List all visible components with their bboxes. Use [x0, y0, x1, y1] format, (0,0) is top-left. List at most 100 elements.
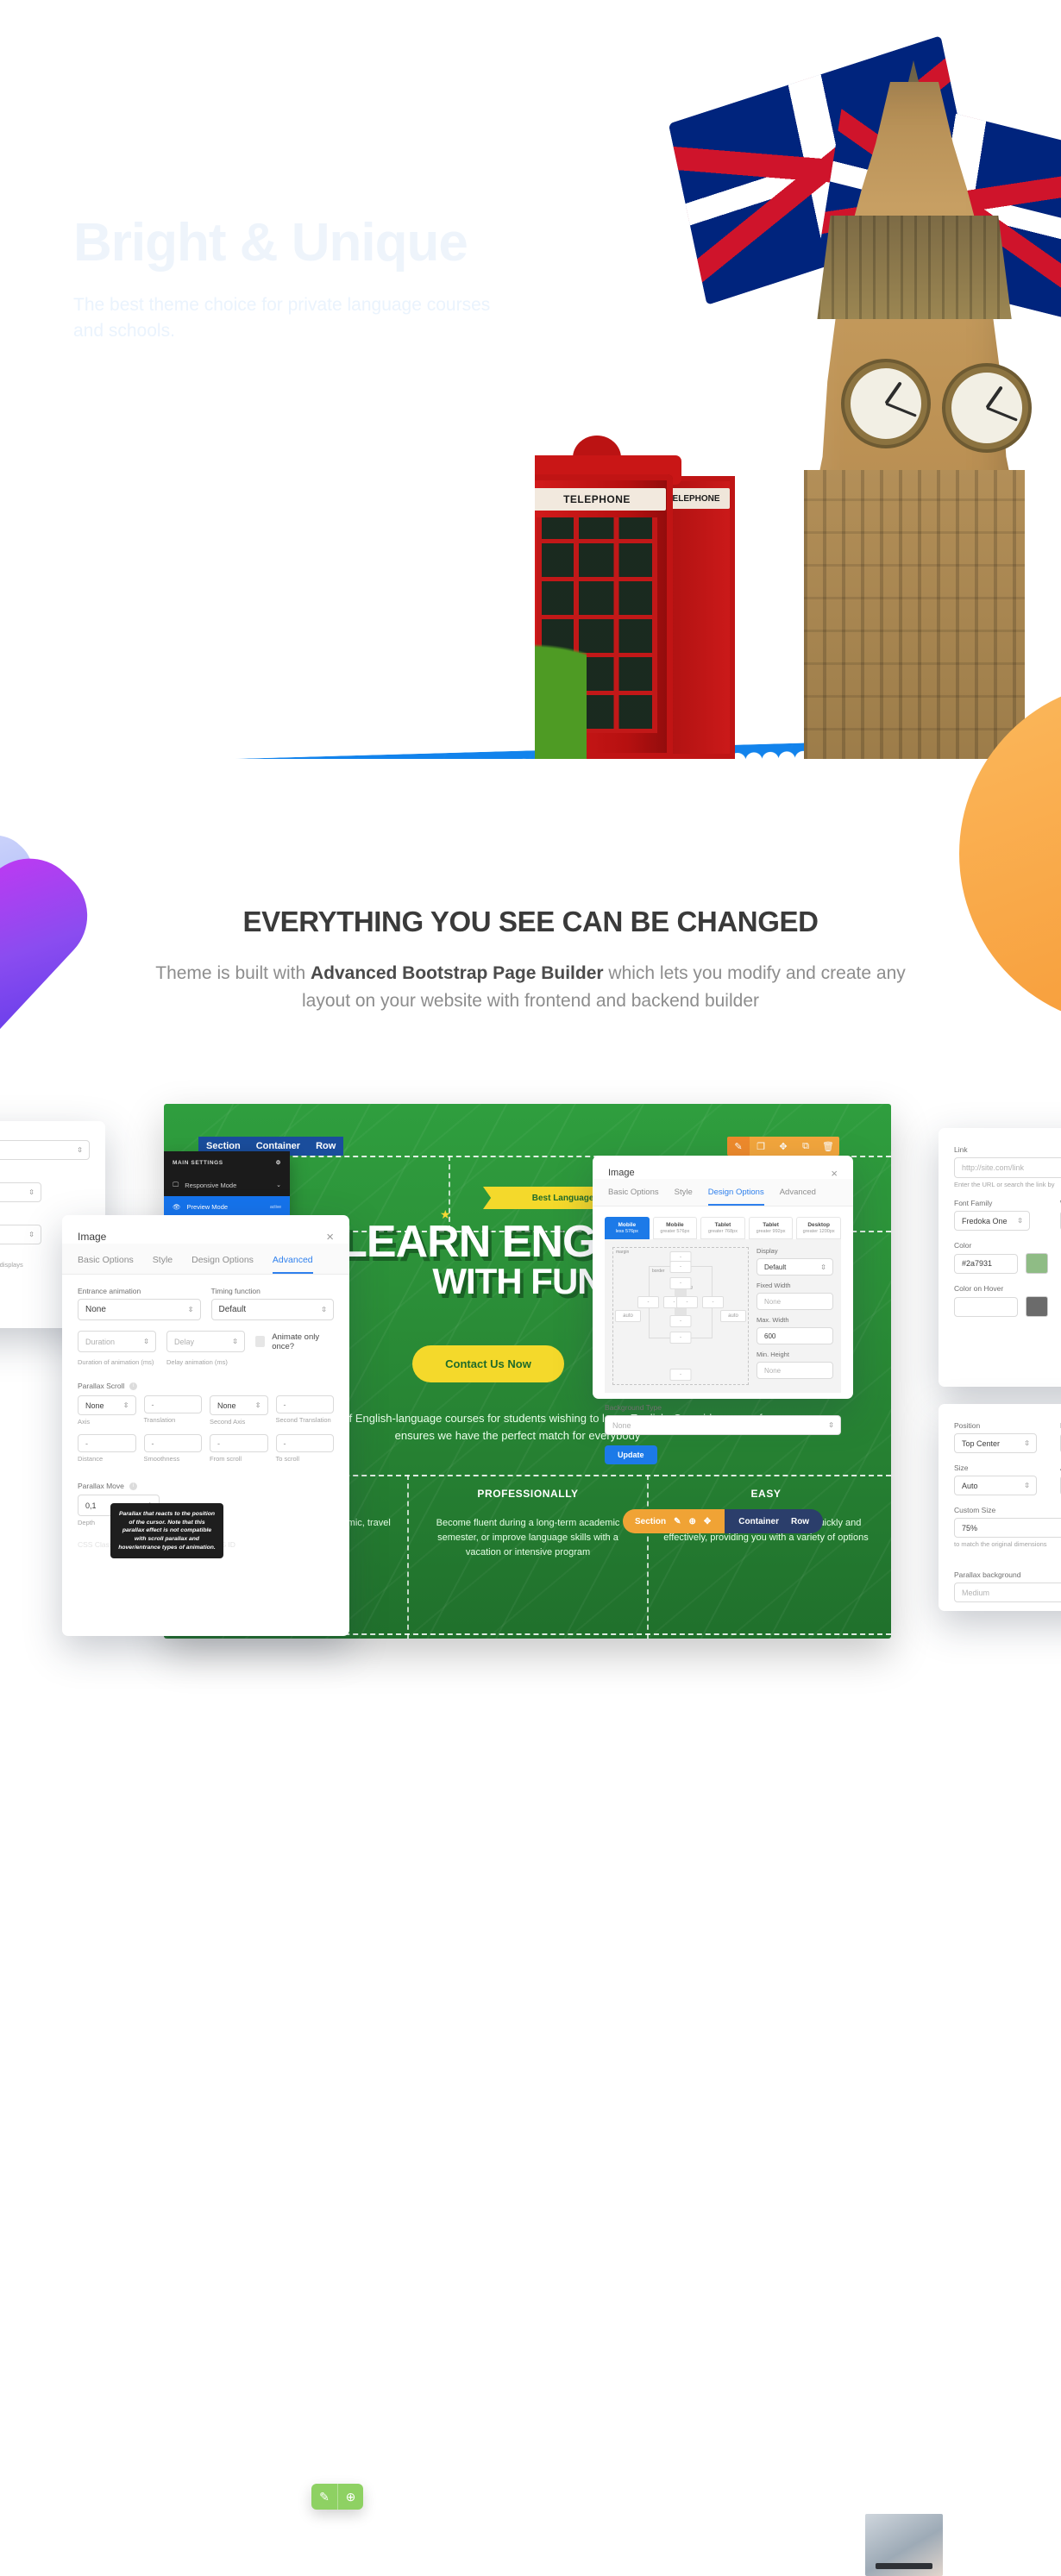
main-settings-item-responsive-mode[interactable]: 🖵 Responsive Mode ⌄ — [164, 1174, 290, 1196]
dialog-tabs[interactable]: Basic Options Style Design Options Advan… — [593, 1179, 853, 1207]
close-icon[interactable]: × — [831, 1168, 838, 1179]
smoothness-input[interactable]: - — [143, 1434, 202, 1452]
color-hover-swatch[interactable] — [1026, 1296, 1048, 1317]
tab-design-options[interactable]: Design Options — [191, 1255, 254, 1274]
timing-function-select[interactable]: Default — [210, 1299, 334, 1320]
tag-row[interactable]: Row — [308, 1137, 344, 1156]
image-design-options-dialog[interactable]: Image × Basic Options Style Design Optio… — [593, 1156, 853, 1464]
hero-subtitle: The best theme choice for private langua… — [73, 295, 491, 342]
border-top-input[interactable]: - — [669, 1261, 692, 1273]
box-model-side-fields: Display Default Fixed Width None Max. Wi… — [757, 1247, 833, 1385]
background-type-select[interactable]: None — [605, 1415, 841, 1435]
move-icon[interactable]: ✥ — [704, 1517, 711, 1526]
device-tab-desktop[interactable]: Desktop greater 1200px — [796, 1217, 841, 1239]
chevron-down-icon[interactable]: ⌄ — [276, 1181, 281, 1188]
tab-style[interactable]: Style — [675, 1188, 693, 1206]
to-scroll-value: - — [283, 1438, 286, 1448]
device-tab-tablet-large[interactable]: Tablet greater 992px — [748, 1217, 794, 1239]
gear-icon[interactable]: ⚙ — [276, 1159, 281, 1166]
from-scroll-input[interactable]: - — [210, 1434, 268, 1452]
typography-options-panel[interactable]: Link http://site.com/link Enter the URL … — [939, 1128, 1061, 1387]
edit-icon[interactable]: ✎ — [674, 1517, 681, 1526]
breadcrumb[interactable]: Section ✎ ⊕ ✥ Container Row — [623, 1509, 824, 1533]
tab-style[interactable]: Style — [153, 1255, 173, 1274]
distance-input[interactable]: - — [78, 1434, 136, 1452]
copy-icon[interactable]: ⧉ — [794, 1137, 817, 1156]
image-advanced-dialog[interactable]: Image × Basic Options Style Design Optio… — [62, 1215, 349, 1636]
delay-input[interactable]: Delay — [166, 1331, 245, 1352]
second-axis-select[interactable]: None — [210, 1395, 268, 1415]
tab-basic-options[interactable]: Basic Options — [78, 1255, 134, 1274]
second-axis-value: None — [217, 1401, 236, 1410]
edit-icon[interactable]: ✎ — [727, 1137, 750, 1156]
attachment-select[interactable]: Default — [0, 1225, 41, 1244]
border-left-input[interactable]: - — [637, 1296, 659, 1308]
margin-bottom-input[interactable]: - — [669, 1369, 692, 1381]
second-translation-input[interactable]: - — [275, 1395, 334, 1413]
color-swatch[interactable] — [1026, 1253, 1048, 1274]
display-select[interactable]: Default — [757, 1258, 833, 1275]
border-right-input[interactable]: - — [702, 1296, 724, 1308]
animate-once-checkbox[interactable] — [255, 1336, 266, 1347]
delete-icon[interactable]: 🗑 — [817, 1137, 839, 1156]
add-icon[interactable]: ⊕ — [337, 2484, 363, 2510]
max-width-input[interactable]: 600 — [757, 1327, 833, 1344]
canvas-add-toolbar[interactable]: ✎ ⊕ — [311, 2484, 363, 2510]
tab-advanced[interactable]: Advanced — [780, 1188, 816, 1206]
tab-design-options[interactable]: Design Options — [707, 1188, 764, 1206]
font-family-select[interactable]: Fredoka One — [954, 1211, 1030, 1231]
padding-top-input[interactable]: - — [669, 1277, 692, 1289]
canvas-column-text: Become fluent during a long-term academi… — [436, 1518, 620, 1558]
position-select[interactable]: Top Center — [954, 1433, 1037, 1453]
badge-container-row[interactable]: Container Row — [725, 1509, 824, 1533]
color-hover-input[interactable] — [954, 1296, 1018, 1317]
hero-feature-label: One-Click Demo Import — [125, 378, 346, 401]
info-icon[interactable]: i — [129, 1482, 137, 1490]
canvas-element-toolbar[interactable]: ✎ ❐ ✥ ⧉ 🗑 — [727, 1137, 839, 1156]
repeat-select[interactable]: No-repeat — [0, 1182, 41, 1202]
device-tab-tablet[interactable]: Tablet greater 768px — [700, 1217, 745, 1239]
duration-input[interactable]: Duration — [78, 1331, 156, 1352]
edit-icon[interactable]: ✎ — [311, 2484, 337, 2510]
hero-feature-list: ★ One-Click Demo Import ★ 100% Responsiv… — [73, 379, 608, 500]
update-button[interactable]: Update — [605, 1445, 657, 1464]
second-translation-hint: Second Translation — [275, 1416, 331, 1424]
device-tab-mobile-small[interactable]: Mobile less 576px — [605, 1217, 650, 1239]
device-tab-mobile[interactable]: Mobile greater 576px — [652, 1217, 698, 1239]
badge-section[interactable]: Section ✎ ⊕ ✥ — [623, 1509, 725, 1533]
fixed-width-input[interactable]: None — [757, 1293, 833, 1310]
dialog-tabs[interactable]: Basic Options Style Design Options Advan… — [62, 1244, 349, 1275]
padding-bottom-input[interactable]: - — [669, 1315, 692, 1327]
entrance-animation-select[interactable]: None — [78, 1299, 201, 1320]
tab-basic-options[interactable]: Basic Options — [608, 1188, 659, 1206]
translation-input[interactable]: - — [143, 1395, 202, 1413]
min-height-input[interactable]: None — [757, 1362, 833, 1379]
link-placeholder: http://site.com/link — [962, 1163, 1025, 1172]
background-image-options-panel[interactable]: Position Top Center Repeat Size Auto Att… — [939, 1404, 1061, 1611]
padding-right-input[interactable]: - — [676, 1296, 698, 1308]
hero-feature-label: Highly Customizable — [125, 476, 321, 499]
delay-hint: Delay animation (ms) — [166, 1358, 228, 1366]
link-input[interactable]: http://site.com/link — [954, 1157, 1061, 1178]
to-scroll-input[interactable]: - — [275, 1434, 334, 1452]
background-select[interactable] — [0, 1140, 90, 1160]
duplicate-icon[interactable]: ❐ — [750, 1137, 772, 1156]
close-icon[interactable]: × — [326, 1231, 334, 1244]
contact-us-button[interactable]: Contact Us Now — [412, 1345, 564, 1382]
tab-advanced[interactable]: Advanced — [272, 1255, 313, 1274]
custom-size-input[interactable]: 75% — [954, 1518, 1061, 1538]
big-ben-clock-face-left — [844, 362, 927, 445]
move-icon[interactable]: ✥ — [772, 1137, 794, 1156]
info-icon[interactable]: i — [129, 1382, 138, 1390]
border-bottom-input[interactable]: - — [669, 1332, 692, 1344]
device-breakpoint-tabs[interactable]: Mobile less 576px Mobile greater 576px T… — [605, 1217, 841, 1239]
axis-select[interactable]: None — [78, 1395, 136, 1415]
margin-right-input[interactable]: auto — [720, 1310, 746, 1322]
color-input[interactable]: #2a7931 — [954, 1253, 1018, 1274]
add-icon[interactable]: ⊕ — [689, 1517, 696, 1526]
parallax-background-input[interactable]: Medium — [954, 1583, 1061, 1602]
size-select[interactable]: Auto — [954, 1476, 1037, 1495]
box-model-editor[interactable]: margin - auto auto - border - - - - padd… — [605, 1239, 841, 1393]
margin-left-input[interactable]: auto — [615, 1310, 641, 1322]
parallax-move-label: Parallax Move — [78, 1482, 124, 1490]
